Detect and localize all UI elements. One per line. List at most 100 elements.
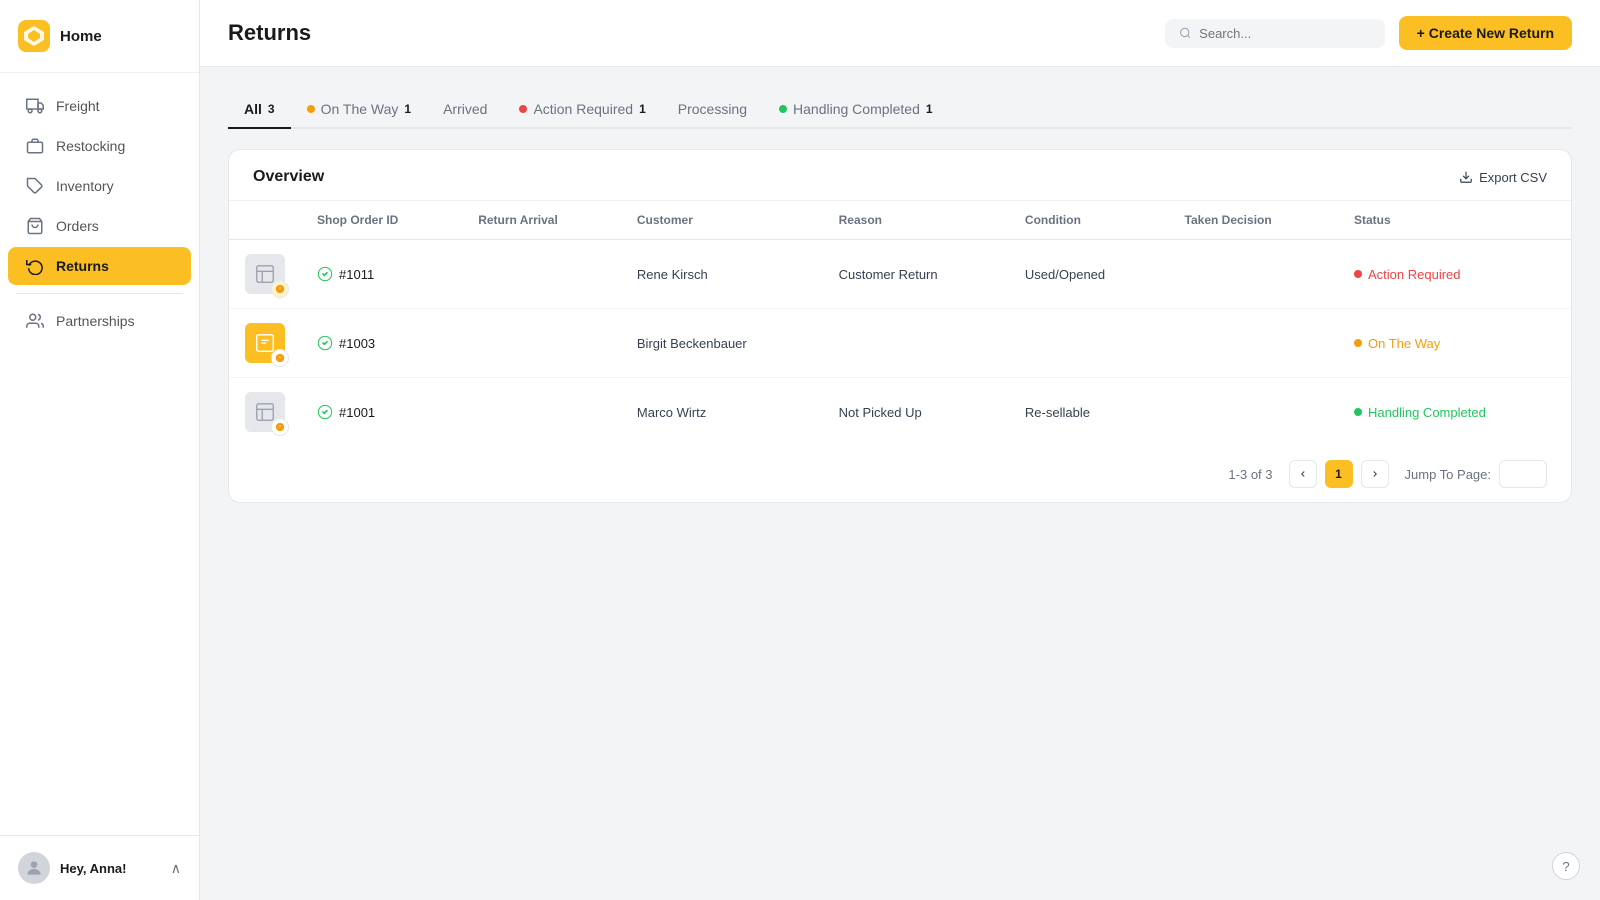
table-row[interactable]: #1001 Marco Wirtz Not Picked Up Re-sella… [229,378,1571,447]
jump-to-page-input[interactable] [1499,460,1547,488]
status-dot-1 [1354,270,1362,278]
help-button[interactable]: ? [1552,852,1580,880]
col-condition: Condition [1009,201,1169,240]
return-arrival-3 [462,378,621,447]
sidebar-item-label-returns: Returns [56,258,109,274]
table-row[interactable]: #1003 Birgit Beckenbauer On The Way [229,309,1571,378]
prev-page-button[interactable] [1289,460,1317,488]
status-dot-3 [1354,408,1362,416]
sidebar-user[interactable]: Hey, Anna! [18,852,126,884]
sidebar-item-returns[interactable]: Returns [8,247,191,285]
product-badge-1 [271,280,289,298]
status-3: Handling Completed [1338,378,1571,447]
main-header: Returns + Create New Return [200,0,1600,67]
next-page-button[interactable] [1361,460,1389,488]
user-name: Hey, Anna! [60,861,126,876]
content-area: All 3 On The Way 1 Arrived Action Requir… [200,67,1600,900]
sidebar-item-inventory[interactable]: Inventory [8,167,191,205]
col-return-arrival: Return Arrival [462,201,621,240]
tab-action-required-count: 1 [639,102,646,116]
product-badge-3 [271,418,289,436]
chevron-right-icon [1370,469,1380,479]
sidebar-item-orders[interactable]: Orders [8,207,191,245]
tab-arrived-label: Arrived [443,101,487,117]
col-customer: Customer [621,201,823,240]
action-required-dot [519,105,527,113]
sidebar-footer: Hey, Anna! ∧ [0,835,199,900]
search-bar[interactable] [1165,19,1385,48]
return-arrival-2 [462,309,621,378]
tab-on-the-way[interactable]: On The Way 1 [291,91,428,129]
restocking-icon [26,137,44,155]
status-label-1: Action Required [1368,267,1461,282]
tab-on-the-way-label: On The Way [321,101,399,117]
overview-title: Overview [253,168,324,186]
pagination: 1-3 of 3 1 Jump To Page: [229,446,1571,502]
sidebar-item-partnerships[interactable]: Partnerships [8,302,191,340]
order-icon-3 [317,404,333,420]
table-row[interactable]: #1011 Rene Kirsch Customer Return Used/O… [229,240,1571,309]
tab-all-count: 3 [268,102,275,116]
returns-icon [26,257,44,275]
export-csv-button[interactable]: Export CSV [1459,170,1547,185]
search-input[interactable] [1199,26,1371,41]
order-id-cell-2: #1003 [301,309,462,378]
tab-processing[interactable]: Processing [662,91,763,129]
tab-arrived[interactable]: Arrived [427,91,503,129]
main-content: Returns + Create New Return All 3 On The… [200,0,1600,900]
sidebar-item-label-orders: Orders [56,218,99,234]
order-id-cell-3: #1001 [301,378,462,447]
status-2: On The Way [1338,309,1571,378]
chevron-up-icon: ∧ [171,860,181,877]
create-new-return-button[interactable]: + Create New Return [1399,16,1572,50]
product-badge-2 [271,349,289,367]
sidebar-item-label-restocking: Restocking [56,138,125,154]
sidebar-item-restocking[interactable]: Restocking [8,127,191,165]
status-label-3: Handling Completed [1368,405,1486,420]
export-label: Export CSV [1479,170,1547,185]
tab-action-required[interactable]: Action Required 1 [503,91,661,129]
tab-all-label: All [244,101,262,117]
avatar [18,852,50,884]
col-shop-order-id: Shop Order ID [301,201,462,240]
tab-handling-completed[interactable]: Handling Completed 1 [763,91,949,129]
order-id-1: #1011 [339,267,374,282]
order-icon-2 [317,335,333,351]
jump-to-page-label: Jump To Page: [1405,467,1491,482]
logo-icon [18,20,50,52]
status-label-2: On The Way [1368,336,1440,351]
col-product [229,201,301,240]
taken-decision-2 [1169,309,1338,378]
on-the-way-dot [307,105,315,113]
order-icon-1 [317,266,333,282]
pagination-range: 1-3 of 3 [1228,467,1272,482]
sidebar-logo[interactable]: Home [0,0,199,73]
tab-handling-completed-count: 1 [926,102,933,116]
status-dot-2 [1354,339,1362,347]
overview-card: Overview Export CSV Shop Order ID Return… [228,149,1572,503]
order-id-2: #1003 [339,336,375,351]
page-1-button[interactable]: 1 [1325,460,1353,488]
return-arrival-1 [462,240,621,309]
product-cell-2 [229,309,301,378]
tab-all[interactable]: All 3 [228,91,291,129]
sidebar: Home Freight Restocking Inventory [0,0,200,900]
customer-1: Rene Kirsch [621,240,823,309]
condition-3: Re-sellable [1009,378,1169,447]
reason-1: Customer Return [823,240,1009,309]
page-title: Returns [228,20,311,46]
tabs-bar: All 3 On The Way 1 Arrived Action Requir… [228,91,1572,129]
sidebar-item-label-inventory: Inventory [56,178,114,194]
condition-2 [1009,309,1169,378]
orders-icon [26,217,44,235]
col-taken-decision: Taken Decision [1169,201,1338,240]
tab-processing-label: Processing [678,101,747,117]
search-icon [1179,26,1192,40]
product-cell-3 [229,378,301,447]
customer-3: Marco Wirtz [621,378,823,447]
freight-icon [26,97,44,115]
sidebar-item-label-partnerships: Partnerships [56,313,135,329]
order-id-cell-1: #1011 [301,240,462,309]
taken-decision-3 [1169,378,1338,447]
sidebar-item-freight[interactable]: Freight [8,87,191,125]
